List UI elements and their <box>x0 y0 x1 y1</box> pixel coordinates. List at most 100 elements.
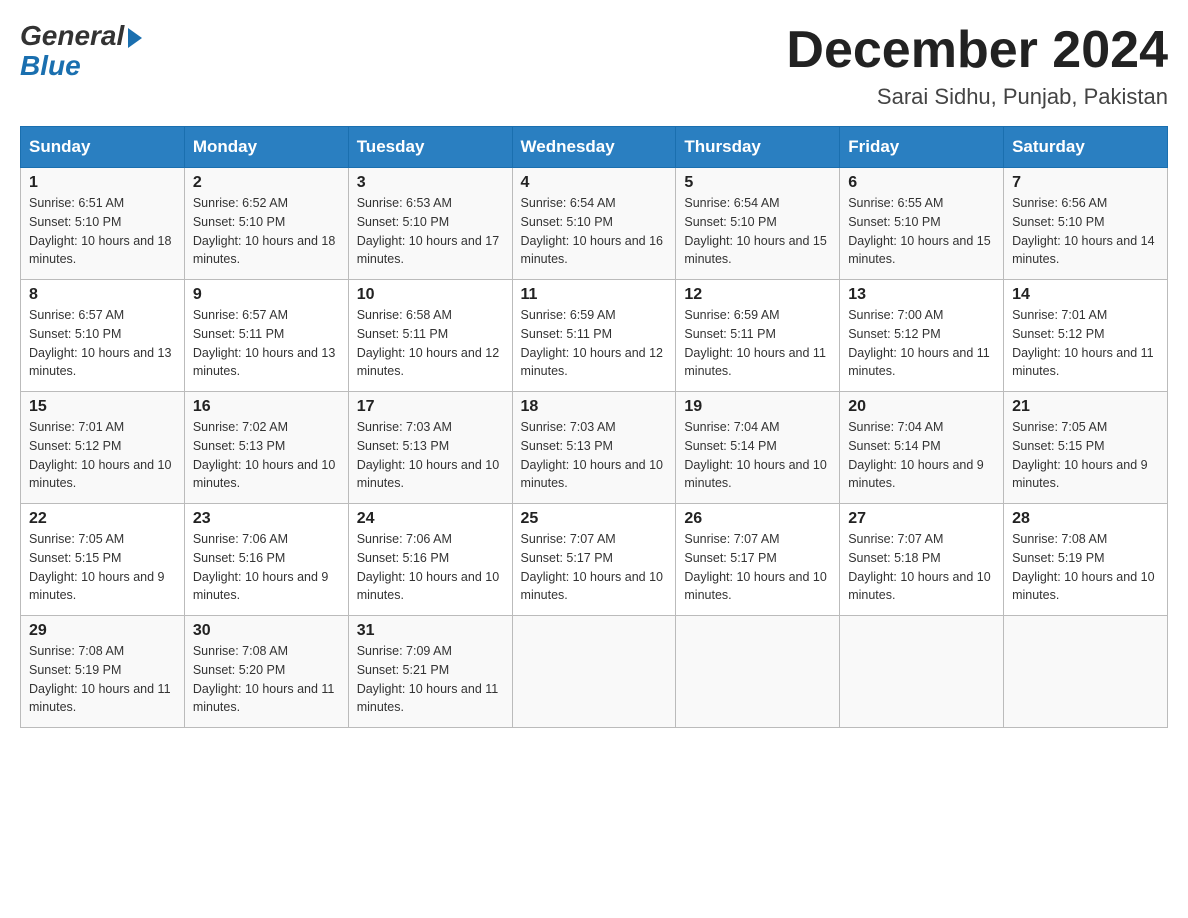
day-number: 19 <box>684 398 831 416</box>
day-info: Sunrise: 6:51 AMSunset: 5:10 PMDaylight:… <box>29 194 176 269</box>
day-number: 18 <box>521 398 668 416</box>
calendar-cell: 26 Sunrise: 7:07 AMSunset: 5:17 PMDayligh… <box>676 504 840 616</box>
calendar-cell: 18 Sunrise: 7:03 AMSunset: 5:13 PMDayligh… <box>512 392 676 504</box>
day-number: 4 <box>521 174 668 192</box>
day-info: Sunrise: 7:03 AMSunset: 5:13 PMDaylight:… <box>357 418 504 493</box>
calendar-cell: 4 Sunrise: 6:54 AMSunset: 5:10 PMDaylight… <box>512 168 676 280</box>
day-number: 10 <box>357 286 504 304</box>
calendar-cell: 7 Sunrise: 6:56 AMSunset: 5:10 PMDaylight… <box>1004 168 1168 280</box>
calendar-cell: 12 Sunrise: 6:59 AMSunset: 5:11 PMDayligh… <box>676 280 840 392</box>
day-number: 26 <box>684 510 831 528</box>
calendar-cell: 30 Sunrise: 7:08 AMSunset: 5:20 PMDayligh… <box>184 616 348 728</box>
col-friday: Friday <box>840 127 1004 168</box>
day-info: Sunrise: 7:02 AMSunset: 5:13 PMDaylight:… <box>193 418 340 493</box>
day-number: 1 <box>29 174 176 192</box>
calendar-header-row: Sunday Monday Tuesday Wednesday Thursday… <box>21 127 1168 168</box>
day-number: 29 <box>29 622 176 640</box>
calendar-cell: 19 Sunrise: 7:04 AMSunset: 5:14 PMDayligh… <box>676 392 840 504</box>
day-info: Sunrise: 6:56 AMSunset: 5:10 PMDaylight:… <box>1012 194 1159 269</box>
day-info: Sunrise: 6:54 AMSunset: 5:10 PMDaylight:… <box>684 194 831 269</box>
calendar-cell: 16Sunrise: 7:02 AMSunset: 5:13 PMDayligh… <box>184 392 348 504</box>
day-info: Sunrise: 7:01 AMSunset: 5:12 PMDaylight:… <box>1012 306 1159 381</box>
calendar-cell: 5 Sunrise: 6:54 AMSunset: 5:10 PMDaylight… <box>676 168 840 280</box>
day-info: Sunrise: 7:08 AMSunset: 5:19 PMDaylight:… <box>29 642 176 717</box>
logo-blue-text: Blue <box>20 50 81 82</box>
day-number: 3 <box>357 174 504 192</box>
calendar-cell: 8 Sunrise: 6:57 AMSunset: 5:10 PMDaylight… <box>21 280 185 392</box>
day-info: Sunrise: 7:04 AMSunset: 5:14 PMDaylight:… <box>684 418 831 493</box>
calendar-cell: 10 Sunrise: 6:58 AMSunset: 5:11 PMDayligh… <box>348 280 512 392</box>
col-monday: Monday <box>184 127 348 168</box>
day-number: 7 <box>1012 174 1159 192</box>
page-header: General Blue December 2024 Sarai Sidhu, … <box>20 20 1168 110</box>
calendar-cell: 9 Sunrise: 6:57 AMSunset: 5:11 PMDaylight… <box>184 280 348 392</box>
calendar-cell: 23 Sunrise: 7:06 AMSunset: 5:16 PMDayligh… <box>184 504 348 616</box>
day-info: Sunrise: 7:06 AMSunset: 5:16 PMDaylight:… <box>357 530 504 605</box>
day-number: 21 <box>1012 398 1159 416</box>
calendar-cell: 22Sunrise: 7:05 AMSunset: 5:15 PMDayligh… <box>21 504 185 616</box>
calendar-cell: 17 Sunrise: 7:03 AMSunset: 5:13 PMDayligh… <box>348 392 512 504</box>
logo-arrow-icon <box>128 28 142 48</box>
day-number: 14 <box>1012 286 1159 304</box>
day-info: Sunrise: 6:59 AMSunset: 5:11 PMDaylight:… <box>684 306 831 381</box>
day-number: 28 <box>1012 510 1159 528</box>
calendar-cell: 11 Sunrise: 6:59 AMSunset: 5:11 PMDayligh… <box>512 280 676 392</box>
month-title: December 2024 <box>786 20 1168 80</box>
day-info: Sunrise: 7:07 AMSunset: 5:18 PMDaylight:… <box>848 530 995 605</box>
day-number: 17 <box>357 398 504 416</box>
calendar-cell: 29 Sunrise: 7:08 AMSunset: 5:19 PMDayligh… <box>21 616 185 728</box>
day-info: Sunrise: 7:04 AMSunset: 5:14 PMDaylight:… <box>848 418 995 493</box>
logo-general-text: General <box>20 20 124 52</box>
day-number: 31 <box>357 622 504 640</box>
calendar-cell: 2Sunrise: 6:52 AMSunset: 5:10 PMDaylight… <box>184 168 348 280</box>
location-title: Sarai Sidhu, Punjab, Pakistan <box>786 84 1168 110</box>
calendar-table: Sunday Monday Tuesday Wednesday Thursday… <box>20 126 1168 728</box>
day-number: 9 <box>193 286 340 304</box>
day-number: 23 <box>193 510 340 528</box>
col-tuesday: Tuesday <box>348 127 512 168</box>
calendar-cell <box>1004 616 1168 728</box>
day-info: Sunrise: 7:07 AMSunset: 5:17 PMDaylight:… <box>684 530 831 605</box>
week-row-2: 8 Sunrise: 6:57 AMSunset: 5:10 PMDaylight… <box>21 280 1168 392</box>
calendar-cell: 24Sunrise: 7:06 AMSunset: 5:16 PMDayligh… <box>348 504 512 616</box>
calendar-cell: 15Sunrise: 7:01 AMSunset: 5:12 PMDayligh… <box>21 392 185 504</box>
day-number: 30 <box>193 622 340 640</box>
col-thursday: Thursday <box>676 127 840 168</box>
calendar-cell: 31Sunrise: 7:09 AMSunset: 5:21 PMDayligh… <box>348 616 512 728</box>
week-row-3: 15Sunrise: 7:01 AMSunset: 5:12 PMDayligh… <box>21 392 1168 504</box>
day-info: Sunrise: 7:01 AMSunset: 5:12 PMDaylight:… <box>29 418 176 493</box>
day-info: Sunrise: 7:06 AMSunset: 5:16 PMDaylight:… <box>193 530 340 605</box>
day-info: Sunrise: 7:03 AMSunset: 5:13 PMDaylight:… <box>521 418 668 493</box>
calendar-cell <box>676 616 840 728</box>
calendar-cell: 1 Sunrise: 6:51 AMSunset: 5:10 PMDaylight… <box>21 168 185 280</box>
day-number: 25 <box>521 510 668 528</box>
logo: General Blue <box>20 20 142 82</box>
day-number: 2 <box>193 174 340 192</box>
day-number: 5 <box>684 174 831 192</box>
day-info: Sunrise: 7:07 AMSunset: 5:17 PMDaylight:… <box>521 530 668 605</box>
week-row-4: 22Sunrise: 7:05 AMSunset: 5:15 PMDayligh… <box>21 504 1168 616</box>
day-info: Sunrise: 6:54 AMSunset: 5:10 PMDaylight:… <box>521 194 668 269</box>
calendar-cell: 28Sunrise: 7:08 AMSunset: 5:19 PMDayligh… <box>1004 504 1168 616</box>
day-number: 20 <box>848 398 995 416</box>
day-info: Sunrise: 6:57 AMSunset: 5:10 PMDaylight:… <box>29 306 176 381</box>
col-sunday: Sunday <box>21 127 185 168</box>
day-number: 11 <box>521 286 668 304</box>
week-row-1: 1 Sunrise: 6:51 AMSunset: 5:10 PMDaylight… <box>21 168 1168 280</box>
title-block: December 2024 Sarai Sidhu, Punjab, Pakis… <box>786 20 1168 110</box>
week-row-5: 29 Sunrise: 7:08 AMSunset: 5:19 PMDayligh… <box>21 616 1168 728</box>
calendar-cell: 27Sunrise: 7:07 AMSunset: 5:18 PMDayligh… <box>840 504 1004 616</box>
day-info: Sunrise: 7:08 AMSunset: 5:20 PMDaylight:… <box>193 642 340 717</box>
day-number: 12 <box>684 286 831 304</box>
calendar-body: 1 Sunrise: 6:51 AMSunset: 5:10 PMDaylight… <box>21 168 1168 728</box>
day-info: Sunrise: 6:57 AMSunset: 5:11 PMDaylight:… <box>193 306 340 381</box>
day-info: Sunrise: 6:59 AMSunset: 5:11 PMDaylight:… <box>521 306 668 381</box>
day-info: Sunrise: 7:05 AMSunset: 5:15 PMDaylight:… <box>29 530 176 605</box>
day-info: Sunrise: 6:58 AMSunset: 5:11 PMDaylight:… <box>357 306 504 381</box>
day-info: Sunrise: 7:00 AMSunset: 5:12 PMDaylight:… <box>848 306 995 381</box>
calendar-cell: 20 Sunrise: 7:04 AMSunset: 5:14 PMDayligh… <box>840 392 1004 504</box>
day-info: Sunrise: 6:55 AMSunset: 5:10 PMDaylight:… <box>848 194 995 269</box>
day-number: 8 <box>29 286 176 304</box>
col-saturday: Saturday <box>1004 127 1168 168</box>
calendar-cell <box>512 616 676 728</box>
